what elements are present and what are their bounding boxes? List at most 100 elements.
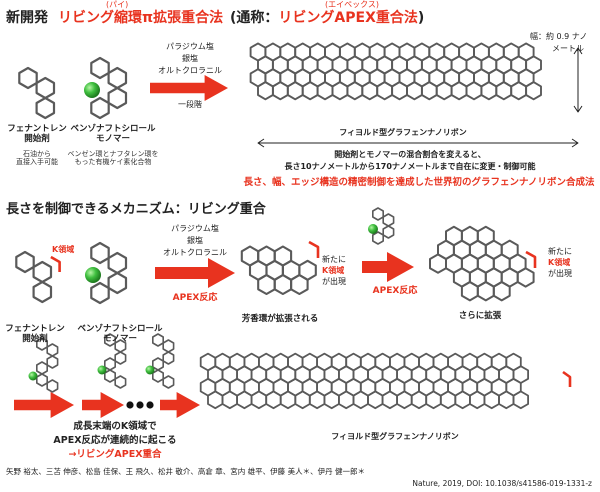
chain-line-3: →リビングAPEX重合	[68, 449, 162, 460]
chain-molecule-ring	[114, 351, 127, 365]
ruby-apex: (エイペックス)	[325, 0, 380, 9]
monomer-note: ベンゼン環とナフタレン環を もった有機ケイ素化合物	[66, 150, 160, 166]
ribbon-hexagon	[346, 81, 364, 101]
ribbon-hexagon	[480, 81, 498, 101]
appear-label-2: が出現	[548, 269, 572, 278]
ribbon2-hexagon	[265, 390, 282, 410]
ribbon2-hexagon	[352, 390, 369, 410]
phenanthrene-name-2: 開始剤	[24, 133, 50, 144]
s2-monomer-name-2: モノマー	[102, 333, 137, 344]
ribbon2-hexagon	[483, 390, 500, 410]
chain-molecule-ring	[114, 375, 127, 389]
ribbon-hexagon	[420, 81, 438, 101]
ribbon2-hexagon	[337, 390, 355, 410]
reagent-2: 銀塩	[182, 54, 198, 63]
phenanthrene-name: フェナントレン 開始剤	[2, 124, 72, 145]
product-hexagon	[257, 273, 276, 296]
k-region-label-3: K領域	[548, 258, 571, 267]
ribbon-label-2: フィヨルド型グラフェンナノリボン	[331, 432, 459, 441]
ribbon2-hexagon	[425, 390, 442, 410]
ribbon-hexagon	[301, 81, 319, 101]
monomer-name-2: モノマー	[95, 133, 130, 144]
phenanthrene-ring	[35, 96, 56, 120]
monomer-ring	[90, 96, 110, 120]
chain-molecule-ring	[46, 343, 59, 357]
chain-molecule-ring	[35, 361, 49, 375]
k-region-bond-3	[525, 250, 537, 268]
expanded-hexagon	[460, 281, 479, 302]
ellipsis-dot	[126, 401, 134, 409]
ribbon-hexagon	[435, 81, 453, 101]
section2-title: 長さを制御できるメカニズム：リビング重合	[6, 202, 266, 217]
s2-monomer-ring	[90, 281, 110, 305]
ribbon-hexagon	[510, 81, 528, 101]
monomer-ring	[90, 56, 110, 80]
ribbon-hexagon	[450, 81, 468, 101]
phenanthrene-name-1: フェナントレン	[7, 124, 67, 134]
diagram-graphics	[14, 42, 583, 418]
highlight-line: 長さ、幅、エッジ構造の精密制御を達成した世界初のグラフェンナノリボン合成法	[243, 177, 595, 188]
reaction-arrow-3	[362, 252, 414, 282]
ribbon2-hexagon	[221, 390, 239, 410]
silicon-atom-3	[368, 224, 378, 234]
chain-molecule-ring	[35, 373, 49, 387]
paren-title: (通称：リビングAPEX重合法)	[230, 10, 424, 26]
ribbon-hexagon	[286, 81, 304, 101]
width-label-2: メートル	[552, 44, 584, 53]
ribbon-hexagon	[361, 81, 379, 101]
s2-monomer-small-ring	[382, 213, 395, 227]
reagent-3: オルトクロラニル	[158, 66, 222, 75]
ribbon2-hexagon	[439, 390, 457, 410]
ribbon-hexagon	[316, 81, 334, 101]
chain-molecule-ring	[46, 379, 59, 393]
paren-close: )	[417, 10, 425, 26]
citation: Nature, 2019, DOI: 10.1038/s41586-019-13…	[412, 479, 592, 488]
k-region-bond-4	[562, 370, 572, 387]
ribbon2-hexagon	[250, 390, 268, 410]
ribbon-hexagon	[271, 81, 289, 101]
paren-open: (通称：	[230, 10, 279, 26]
monomer-name: ベンゾナフトシロール モノマー	[68, 124, 158, 145]
ribbon2-hexagon	[396, 390, 413, 410]
main-title: リビング縮環π拡張重合法	[58, 10, 224, 26]
s2-monomer-small-ring	[371, 207, 385, 221]
monomer-note-2: もった有機ケイ素化合物	[74, 158, 152, 167]
ribbon2-hexagon	[236, 390, 253, 410]
ribbon-hexagon	[331, 81, 349, 101]
ellipsis-dot	[136, 401, 144, 409]
ruby-pai: (パイ)	[106, 0, 129, 9]
k-region-bond-2	[308, 240, 320, 258]
reaction-arrow-2	[155, 258, 235, 288]
monomer-name-1: ベンゾナフトシロール	[70, 124, 156, 134]
s2-phenanthrene-name: フェナントレン 開始剤	[0, 324, 70, 345]
ribbon2-hexagon	[279, 390, 297, 410]
s2-phenanthrene-name-1: フェナントレン	[5, 324, 65, 334]
s2-phenanthrene-ring	[15, 250, 35, 274]
chain-molecule-ring	[104, 369, 116, 383]
phenanthrene-ring	[18, 66, 38, 90]
monomer-ring	[107, 86, 128, 110]
ribbon-hexagon	[257, 81, 274, 101]
silicon-atom-2	[85, 267, 101, 283]
silicon-atom-6	[145, 365, 155, 375]
s2-monomer-ring	[90, 241, 110, 265]
s2-monomer-small-ring	[382, 225, 395, 239]
chain-line-1: 成長末端のK領域で	[73, 421, 157, 432]
chain-line-2: APEX反応が連続的に起こる	[53, 435, 177, 446]
s2-monomer-ring	[107, 271, 128, 295]
authors: 矢野 裕太、三苫 伸彦、松島 佳保、王 飛久、松井 敬介、高倉 章、宮内 雄平、…	[6, 467, 365, 476]
expanded-hexagon	[476, 281, 495, 302]
chain-molecule-ring	[152, 357, 164, 371]
phenanthrene-note-2: 直接入手可能	[16, 158, 58, 167]
paren-title-red: リビングAPEX重合法	[278, 10, 418, 26]
s2-phenanthrene-name-2: 開始剤	[22, 333, 48, 344]
ribbon2-hexagon	[454, 390, 471, 410]
new-label-1: 新たに	[322, 255, 346, 264]
width-label-1: 幅：約 0.9 ナノ	[530, 32, 588, 41]
chain-molecule-ring	[46, 355, 59, 369]
ribbon2-hexagon	[207, 390, 224, 410]
silicon-atom-1	[84, 82, 100, 98]
s2-monomer-name: ベンゾナフトシロール モノマー	[70, 324, 170, 345]
chain-molecule-ring	[162, 351, 175, 365]
ribbon2-hexagon	[410, 390, 428, 410]
